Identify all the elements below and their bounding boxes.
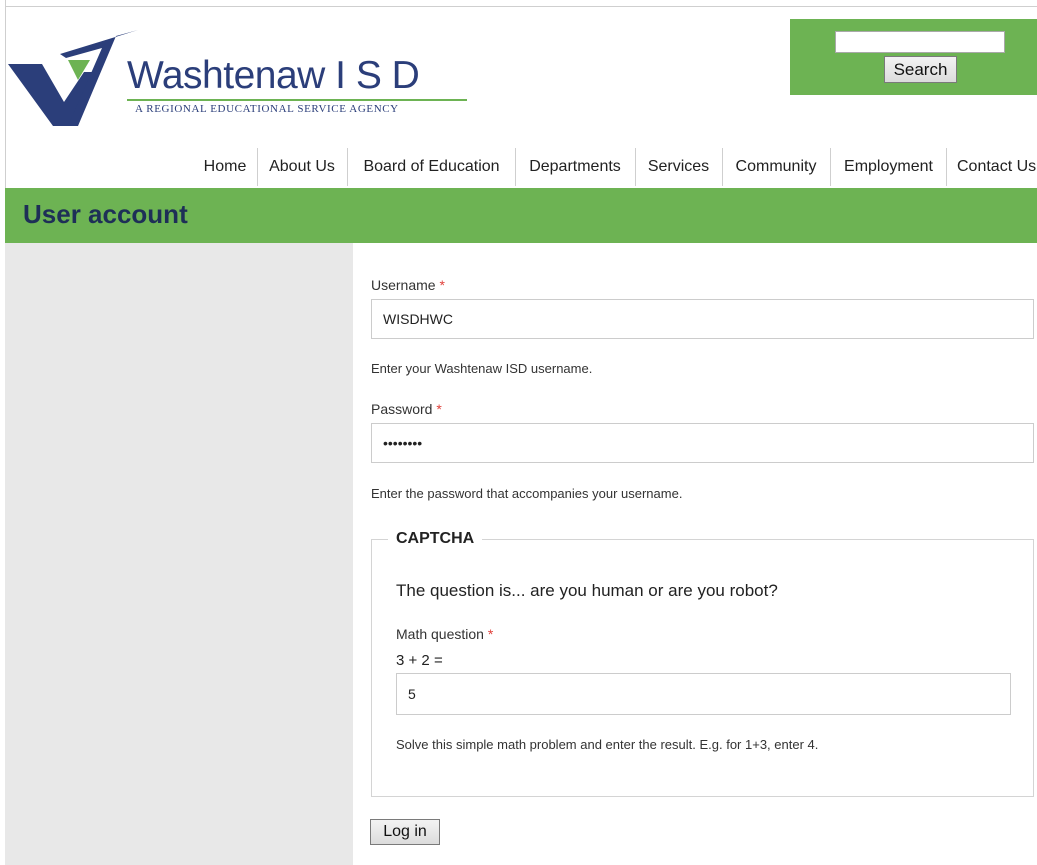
search-button[interactable]: Search (884, 56, 957, 83)
logo-underline (127, 99, 467, 101)
page-border-top (5, 6, 1037, 7)
nav-item-board-of-education[interactable]: Board of Education (348, 148, 515, 186)
required-marker: * (436, 401, 442, 417)
username-field[interactable] (371, 299, 1034, 339)
required-marker: * (439, 277, 445, 293)
captcha-legend: CAPTCHA (388, 530, 483, 548)
password-description: Enter the password that accompanies your… (371, 486, 683, 501)
page-title: User account (23, 199, 188, 229)
nav-item-home[interactable]: Home (194, 148, 256, 186)
math-question-label-text: Math question (396, 626, 484, 642)
login-button[interactable]: Log in (370, 819, 440, 845)
password-label-text: Password (371, 401, 433, 417)
username-description: Enter your Washtenaw ISD username. (371, 361, 593, 376)
nav-item-employment[interactable]: Employment (831, 148, 946, 186)
captcha-answer-field[interactable] (396, 673, 1011, 715)
search-input[interactable] (835, 31, 1005, 53)
nav-item-services[interactable]: Services (636, 148, 721, 186)
main-nav: Home About Us Board of Education Departm… (0, 148, 1037, 188)
captcha-question: The question is... are you human or are … (396, 581, 778, 600)
captcha-description: Solve this simple math problem and enter… (396, 737, 819, 752)
captcha-fieldset: CAPTCHA The question is... are you human… (371, 530, 1034, 797)
nav-item-about-us[interactable]: About Us (258, 148, 346, 186)
username-label-text: Username (371, 277, 436, 293)
page-title-band: User account (5, 188, 1037, 243)
password-field[interactable] (371, 423, 1034, 463)
required-marker: * (487, 626, 494, 642)
password-label: Password * (371, 401, 442, 417)
sidebar (5, 243, 353, 865)
nav-item-contact-us[interactable]: Contact Us (947, 148, 1037, 186)
username-label: Username * (371, 277, 445, 293)
logo-tagline: A REGIONAL EDUCATIONAL SERVICE AGENCY (135, 103, 399, 115)
nav-item-community[interactable]: Community (723, 148, 829, 186)
math-problem: 3 + 2 = (396, 652, 443, 669)
logo-name: Washtenaw I S D (127, 54, 420, 97)
nav-item-departments[interactable]: Departments (516, 148, 634, 186)
search-block: Search (790, 19, 1037, 95)
math-question-label: Math question * (396, 626, 493, 642)
